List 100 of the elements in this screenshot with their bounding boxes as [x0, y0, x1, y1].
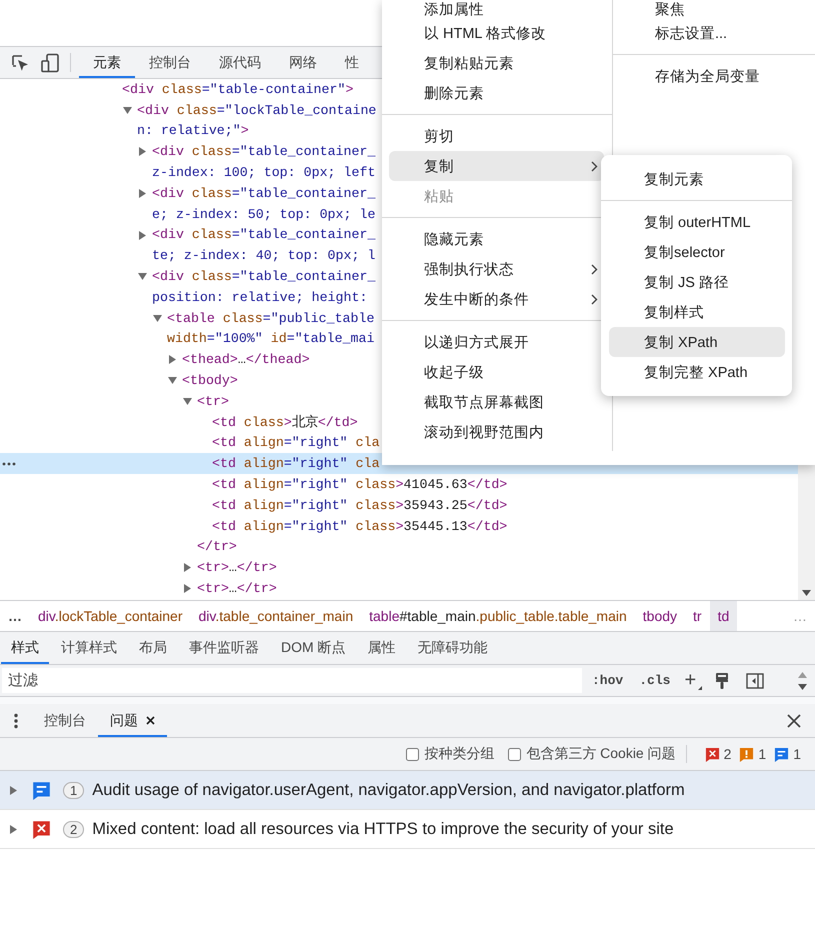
menu-item[interactable]: 添加属性: [389, 0, 604, 18]
menu-item[interactable]: 隐藏元素: [389, 224, 604, 254]
filter-field[interactable]: 过滤: [2, 668, 582, 693]
triangle-icon[interactable]: [9, 786, 18, 794]
toggle-button[interactable]: :hov: [586, 671, 630, 690]
scroll-down-arrow-icon[interactable]: [802, 590, 811, 596]
menu-item[interactable]: 删除元素: [389, 78, 604, 108]
menu-item[interactable]: 复制 JS 路径: [609, 267, 785, 297]
toggle-button[interactable]: .cls: [633, 671, 676, 690]
menu-item[interactable]: 强制执行状态: [389, 254, 604, 284]
breadcrumb[interactable]: td: [710, 601, 738, 631]
close-icon[interactable]: [146, 716, 155, 725]
panel-tab[interactable]: 源代码: [205, 47, 275, 78]
triangle-icon[interactable]: [138, 147, 147, 156]
code-line: <div class="table_container_: [152, 144, 376, 160]
issue-count: 2: [724, 746, 732, 762]
code-line: <tbody>: [182, 373, 238, 388]
issue-count: 1: [758, 746, 766, 762]
menu-item[interactable]: 发生中断的条件: [389, 284, 604, 314]
code-line: te; z-index: 40; top: 0px; l: [152, 248, 376, 264]
menu-item[interactable]: 存储为全局变量: [613, 61, 815, 91]
breadcrumb[interactable]: tbody: [634, 601, 686, 631]
device-icon[interactable]: [40, 52, 60, 72]
triangle-icon[interactable]: [183, 563, 192, 572]
panel-tab[interactable]: 元素: [79, 47, 135, 78]
checkbox-label: 按种类分组: [424, 745, 494, 763]
menu-item[interactable]: 复制selector: [609, 237, 785, 267]
pane-tab[interactable]: DOM 断点: [271, 632, 356, 664]
issue-count: 1: [793, 746, 801, 762]
checkbox-label: 包含第三方 Cookie 问题: [526, 745, 676, 763]
menu-item[interactable]: 复制元素: [609, 164, 785, 194]
code-line: <td align="right" class>41045.63</td>: [212, 477, 508, 492]
menu-item[interactable]: 截取节点屏幕截图: [389, 387, 604, 417]
triangle-icon[interactable]: [168, 376, 177, 386]
pane-tab[interactable]: 计算样式: [51, 632, 127, 664]
overflow-ellipsis[interactable]: …: [0, 608, 30, 624]
drawer-tab[interactable]: 控制台: [32, 704, 98, 737]
menu-item[interactable]: 复制完整 XPath: [609, 357, 785, 387]
menu-item[interactable]: 复制 XPath: [609, 327, 785, 357]
count-badge: 1: [63, 782, 84, 798]
menu-item[interactable]: 滚动到视野范围内: [389, 417, 604, 447]
code-line: <tr>: [197, 394, 229, 409]
menu-item[interactable]: 聚焦: [613, 0, 815, 18]
pane-tab[interactable]: 事件监听器: [179, 632, 269, 664]
menu-item[interactable]: 标志设置...: [613, 18, 815, 48]
more-menu-icon[interactable]: [14, 712, 18, 728]
corner-triangle-icon: [698, 686, 702, 690]
pane-tab[interactable]: 属性: [358, 632, 406, 664]
code-line: <div class="table_container_: [152, 227, 376, 242]
code-line: <td align="right" cla: [212, 435, 380, 450]
breadcrumb[interactable]: div.lockTable_container: [30, 601, 190, 631]
checkbox[interactable]: [508, 748, 522, 760]
panel-tab[interactable]: 网络: [275, 47, 331, 78]
triangle-icon[interactable]: [138, 188, 147, 198]
triangle-icon[interactable]: [183, 584, 192, 594]
issue-title: Audit usage of navigator.userAgent, navigator.appVersion, and navigator.platform: [92, 780, 685, 800]
checkbox[interactable]: [406, 748, 420, 760]
menu-item[interactable]: 以 HTML 格式修改: [389, 18, 604, 48]
triangle-icon[interactable]: [183, 396, 192, 406]
inspect-icon[interactable]: [10, 52, 30, 72]
info-icon: [32, 780, 51, 800]
triangle-icon[interactable]: [168, 355, 177, 364]
issue-row[interactable]: 2 Mixed content: load all resources via HTTPS to improve the security of your site: [0, 810, 815, 849]
scroll-down-arrow-icon[interactable]: [798, 684, 807, 690]
code-line: e; z-index: 50; top: 0px; le: [152, 206, 376, 222]
paint-brush-icon[interactable]: [714, 672, 730, 690]
menu-item[interactable]: 复制 outerHTML: [609, 207, 785, 237]
menu-item[interactable]: 收起子级: [389, 357, 604, 387]
code-line: <div class="table-container">: [122, 82, 354, 97]
pane-tab[interactable]: 无障碍功能: [408, 632, 498, 664]
more-icon[interactable]: [2, 462, 16, 466]
menu-item[interactable]: 复制粘贴元素: [389, 48, 604, 78]
code-line: <td class>北京</td>: [212, 414, 358, 432]
triangle-icon[interactable]: [9, 824, 18, 834]
breadcrumb[interactable]: table#table_main.public_table.table_main: [361, 601, 635, 631]
breadcrumb[interactable]: div.table_container_main: [190, 601, 362, 631]
pane-tab[interactable]: 样式: [1, 632, 49, 664]
pane-tab[interactable]: 布局: [129, 632, 177, 664]
count-badge: 2: [63, 820, 84, 838]
issue-row[interactable]: 1 Audit usage of navigator.userAgent, navigator.appVersion, and navigator.platform: [0, 771, 815, 810]
panel-tab[interactable]: 控制台: [135, 47, 205, 78]
breadcrumb[interactable]: tr: [685, 601, 710, 631]
code-line: <table class="public_table: [167, 310, 374, 326]
code-line: <td align="right" class>35445.13</td>: [212, 518, 508, 534]
code-line: <div class="table_container_: [152, 186, 376, 201]
triangle-icon[interactable]: [123, 106, 132, 115]
error-icon: [32, 820, 51, 838]
code-line: <td align="right" cla: [212, 456, 380, 472]
triangle-icon[interactable]: [138, 272, 147, 282]
close-icon[interactable]: [787, 714, 801, 728]
triangle-icon[interactable]: [138, 230, 147, 240]
triangle-icon[interactable]: [153, 314, 162, 323]
menu-item[interactable]: 复制样式: [609, 297, 785, 327]
menu-item[interactable]: 复制: [389, 151, 604, 181]
menu-item[interactable]: 以递归方式展开: [389, 327, 604, 357]
panel-tab[interactable]: 性: [331, 47, 373, 78]
menu-item[interactable]: 剪切: [389, 121, 604, 151]
sidebar-toggle-icon[interactable]: [746, 672, 764, 688]
code-line: <div class="table_container_: [152, 269, 376, 284]
add-rule-button[interactable]: +: [680, 669, 704, 692]
